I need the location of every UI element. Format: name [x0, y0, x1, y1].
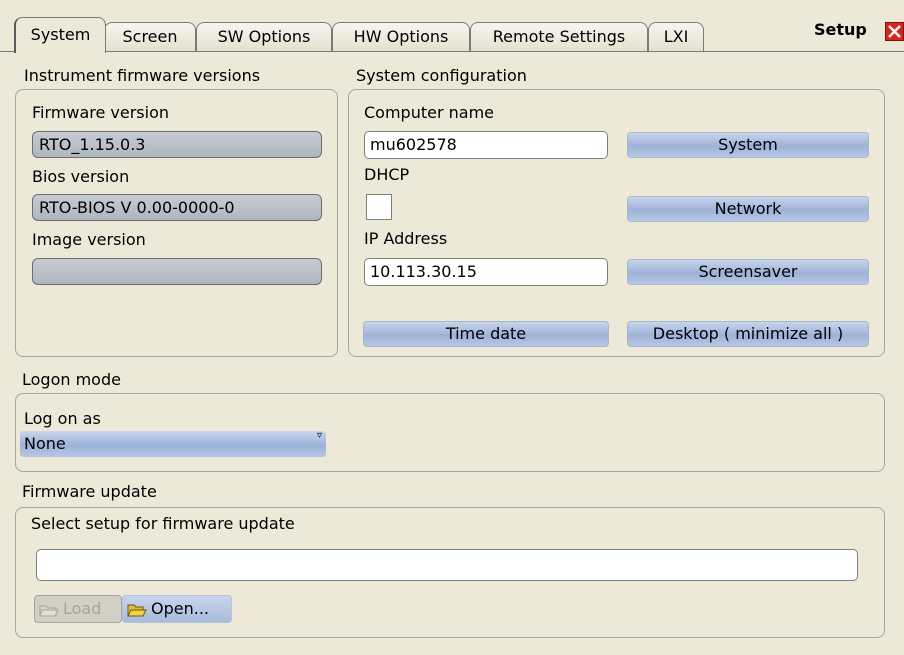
dhcp-checkbox[interactable]: [366, 194, 392, 220]
tab-lxi[interactable]: LXI: [648, 22, 704, 52]
firmware-update-label: Select setup for firmware update: [31, 514, 295, 533]
tab-screen[interactable]: Screen: [104, 22, 196, 52]
tab-sw-options[interactable]: SW Options: [196, 22, 332, 52]
tab-bar: Screen SW Options HW Options Remote Sett…: [0, 0, 904, 53]
firmware-path-input[interactable]: [36, 549, 858, 581]
system-button[interactable]: System: [627, 132, 869, 158]
desktop-minimize-button[interactable]: Desktop ( minimize all ): [627, 321, 869, 347]
bios-version-label: Bios version: [32, 167, 130, 186]
system-config-heading: System configuration: [356, 66, 527, 85]
ip-address-label: IP Address: [364, 229, 448, 248]
image-version-label: Image version: [32, 230, 146, 249]
bios-version-field: RTO-BIOS V 0.00-0000-0: [32, 194, 322, 221]
firmware-versions-heading: Instrument firmware versions: [24, 66, 261, 85]
computer-name-input[interactable]: mu602578: [364, 131, 608, 159]
open-folder-icon: [127, 604, 147, 616]
dialog-title: Setup: [814, 20, 867, 39]
firmware-version-field: RTO_1.15.0.3: [32, 131, 322, 158]
chevron-down-icon: ▿: [316, 430, 322, 441]
screensaver-button[interactable]: Screensaver: [627, 259, 869, 285]
close-icon[interactable]: [885, 22, 904, 41]
log-on-as-value: None: [24, 434, 66, 453]
log-on-as-dropdown[interactable]: None ▿: [20, 430, 326, 457]
open-button[interactable]: Open...: [122, 595, 232, 623]
firmware-versions-group: Firmware version RTO_1.15.0.3 Bios versi…: [15, 89, 338, 357]
dhcp-label: DHCP: [364, 165, 410, 184]
tab-system[interactable]: System: [14, 17, 106, 53]
tab-remote-settings[interactable]: Remote Settings: [470, 22, 648, 52]
tab-hw-options[interactable]: HW Options: [332, 22, 470, 52]
network-button[interactable]: Network: [627, 196, 869, 222]
image-version-field: [32, 258, 322, 285]
load-button[interactable]: Load: [34, 595, 122, 623]
tab-divider: [0, 51, 904, 52]
ip-address-input[interactable]: 10.113.30.15: [364, 258, 608, 286]
log-on-as-label: Log on as: [24, 409, 101, 428]
logon-mode-group: Log on as None ▿: [15, 393, 885, 472]
folder-icon: [39, 605, 59, 616]
computer-name-label: Computer name: [364, 103, 494, 122]
firmware-version-label: Firmware version: [32, 103, 170, 122]
logon-mode-heading: Logon mode: [22, 370, 121, 389]
firmware-update-heading: Firmware update: [22, 482, 157, 501]
firmware-update-group: Select setup for firmware update Load Op…: [15, 507, 885, 638]
time-date-button[interactable]: Time date: [363, 321, 609, 347]
open-label: Open...: [151, 599, 209, 618]
system-config-group: Computer name mu602578 DHCP IP Address 1…: [348, 89, 885, 357]
load-label: Load: [63, 599, 102, 618]
